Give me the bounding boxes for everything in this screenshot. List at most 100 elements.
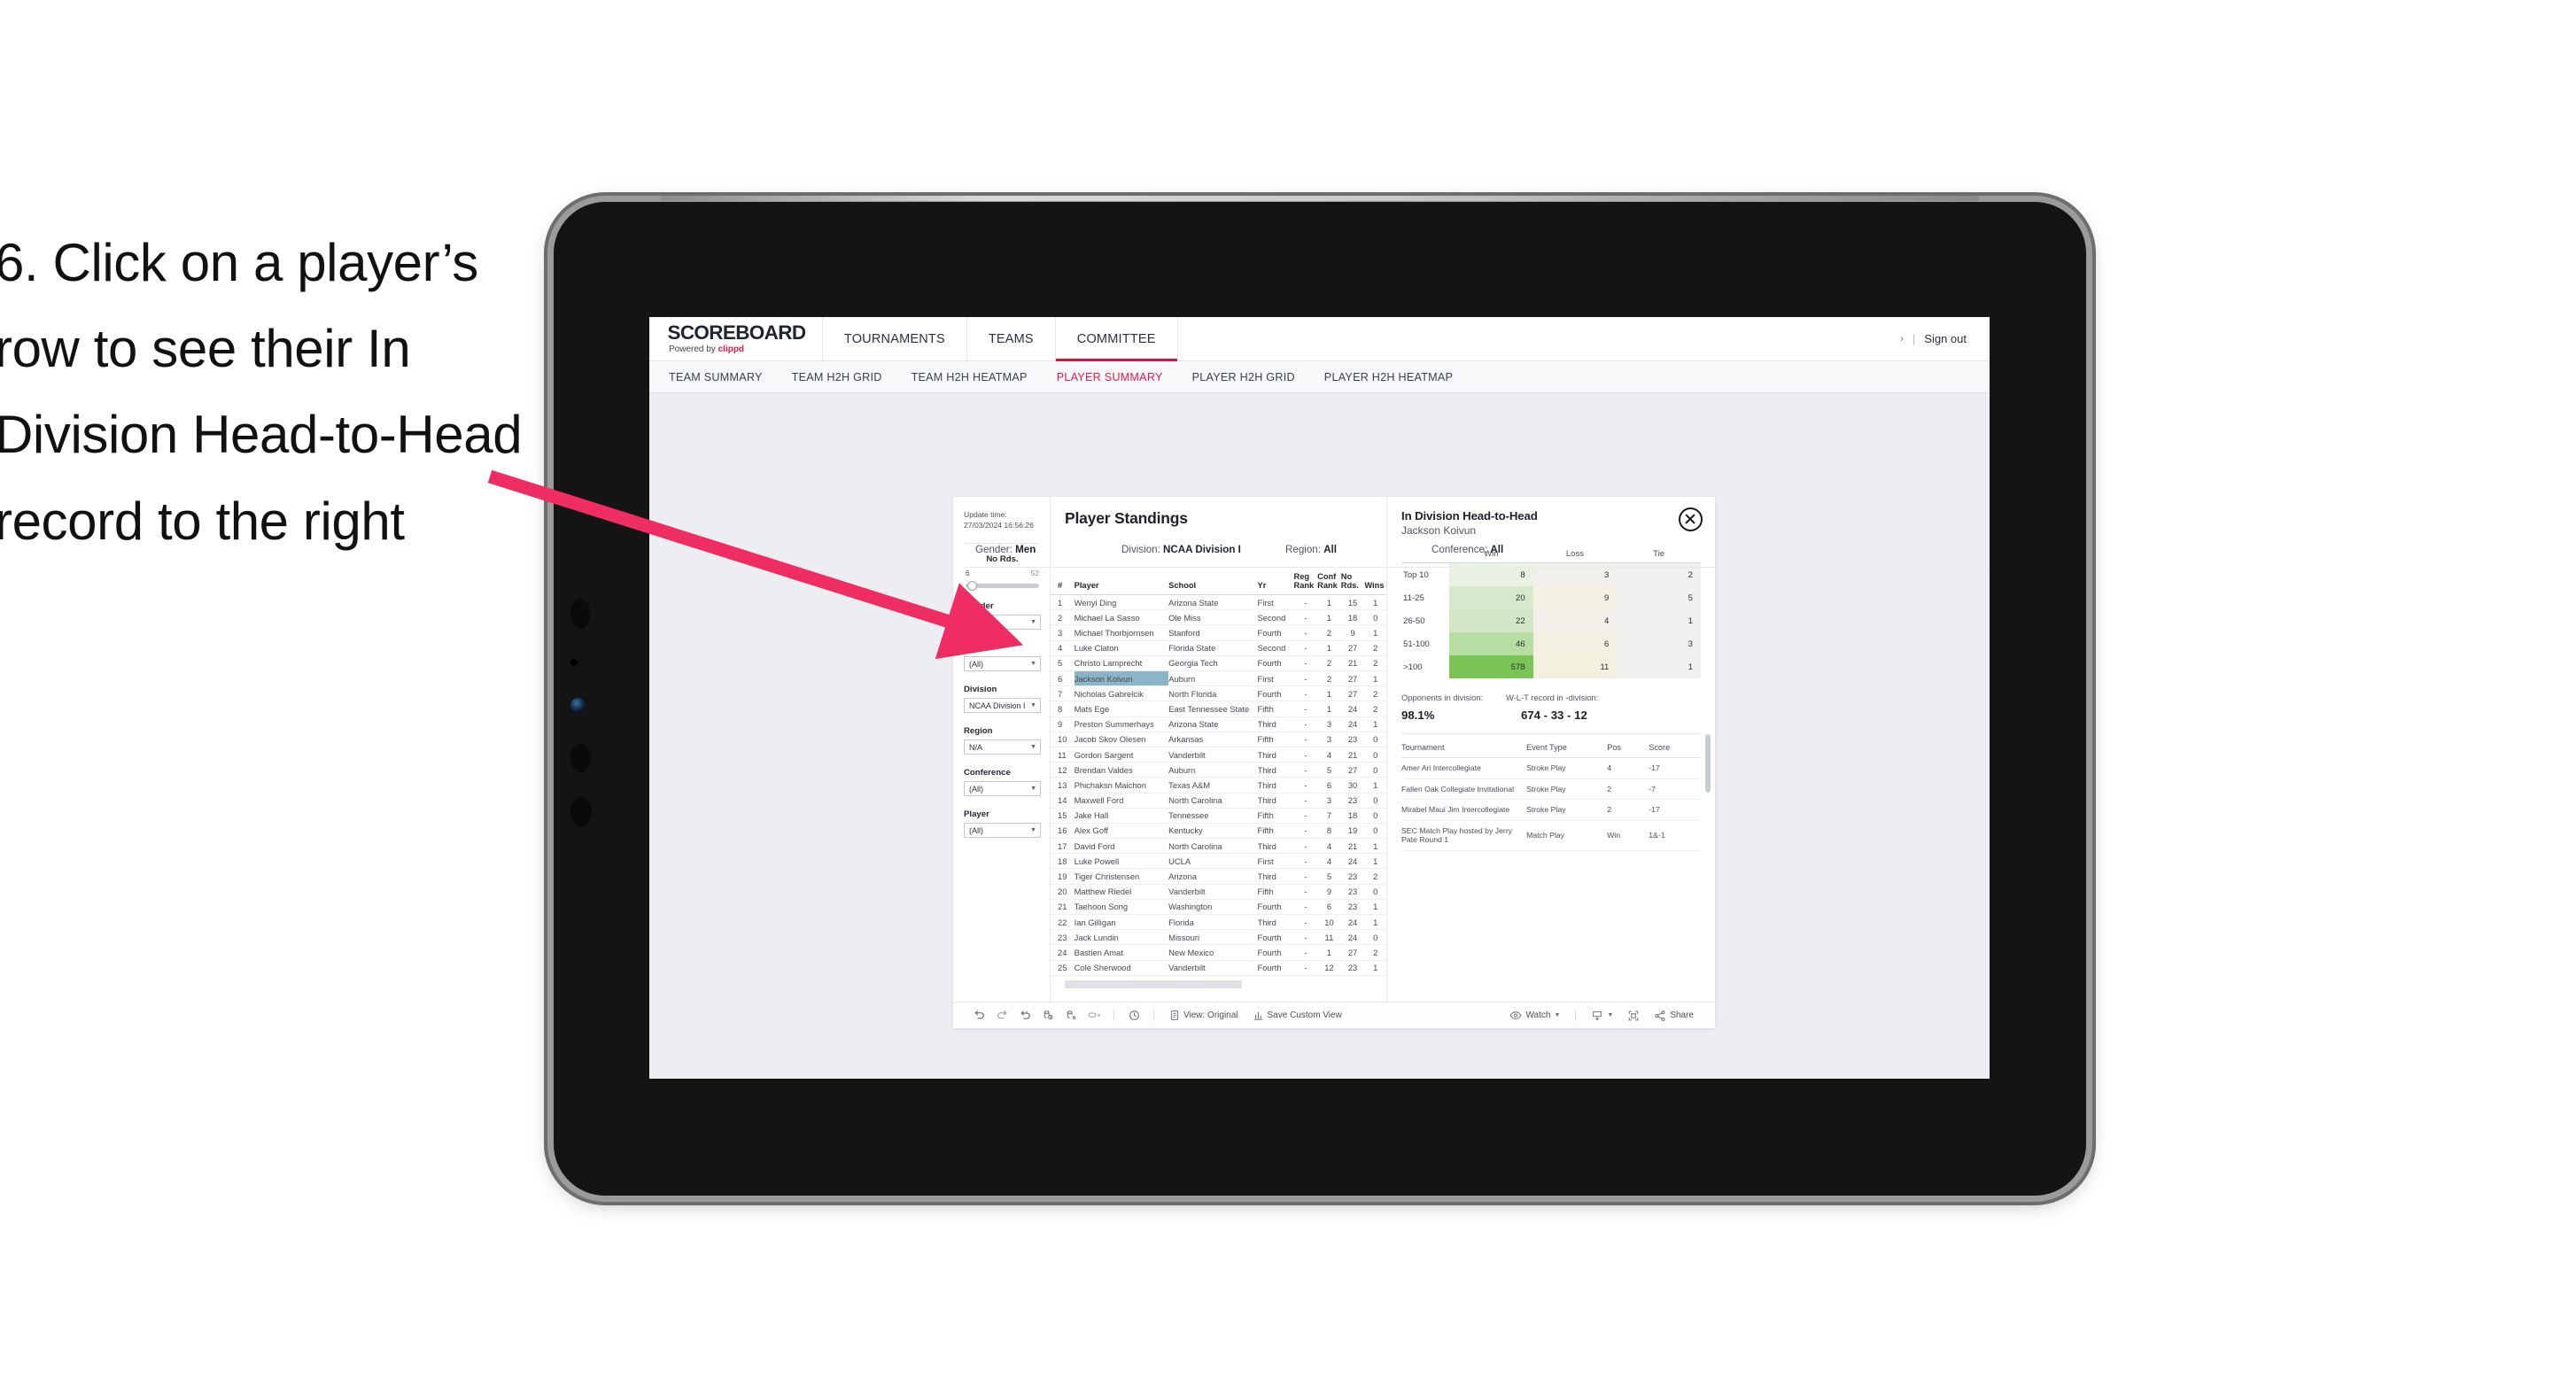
h2h-cell-tie: 2 (1617, 562, 1701, 586)
standings-cell-wins: 0 (1364, 823, 1386, 840)
share-button[interactable]: Share (1647, 1010, 1701, 1022)
table-row[interactable]: 3 Michael Thorbjornsen Stanford Fourth -2 9 1 (1051, 624, 1386, 641)
table-row[interactable]: 18 Luke Powell UCLA First -4 24 1 (1051, 853, 1386, 870)
horizontal-scrollbar[interactable] (1065, 979, 1242, 988)
col-score: Score (1649, 738, 1701, 758)
table-row[interactable]: 4 Luke Claton Florida State Second -1 27 2 (1051, 640, 1386, 656)
nav-teams[interactable]: TEAMS (967, 317, 1056, 360)
filter-year-select[interactable]: (All) ▼ (964, 656, 1041, 672)
standings-cell-school: Kentucky (1168, 823, 1258, 840)
table-row[interactable]: 25 Cole Sherwood Vanderbilt Fourth -12 23 1 (1051, 960, 1386, 976)
scoreboard-logo[interactable]: SCOREBOARD Powered by clippd (649, 317, 823, 360)
standings-cell-school: North Carolina (1168, 793, 1258, 809)
table-row[interactable]: 6 Jackson Koivun Auburn First -2 27 1 (1051, 670, 1386, 687)
standings-cell-player: Alex Goff (1074, 823, 1169, 840)
standings-cell-rank: 13 (1051, 777, 1075, 794)
standings-cell-year: Third (1257, 762, 1294, 778)
watch-button[interactable]: Watch ▼ (1502, 1010, 1567, 1021)
filter-gender-select[interactable]: Men ▼ (964, 615, 1041, 631)
standings-cell-wins: 0 (1364, 609, 1386, 626)
standings-cell-rank: 19 (1051, 868, 1075, 885)
vertical-scrollbar[interactable] (1705, 734, 1711, 793)
standings-cell-reg-rank: - (1293, 701, 1318, 717)
table-row[interactable]: 1 Wenyi Ding Arizona State First -1 15 1 (1051, 594, 1386, 611)
table-row[interactable]: 24 Bastien Amat New Mexico Fourth -1 27 2 (1051, 944, 1386, 961)
table-row[interactable]: 5 Christo Lamprecht Georgia Tech Fourth -2 21… (1051, 655, 1386, 672)
nav-committee[interactable]: COMMITTEE (1055, 317, 1178, 361)
table-row[interactable]: 15 Jake Hall Tennessee Fifth -7 18 0 (1051, 808, 1386, 824)
update-time-value: 27/03/2024 16:56:26 (964, 521, 1034, 530)
download-button[interactable]: ▼ (1584, 1010, 1620, 1022)
nav-tournaments[interactable]: TOURNAMENTS (823, 317, 967, 360)
filter-division-select[interactable]: NCAA Division I ▼ (964, 698, 1041, 714)
standings-cell-wins: 1 (1364, 853, 1386, 870)
standings-cell-player: Michael La Sasso (1074, 609, 1169, 626)
tab-team-h2h-heatmap[interactable]: TEAM H2H HEATMAP (912, 371, 1028, 383)
filter-player-select[interactable]: (All) ▼ (964, 823, 1041, 839)
table-row[interactable]: 16 Alex Goff Kentucky Fifth -8 19 0 (1051, 823, 1386, 840)
table-row[interactable]: 7 Nicholas Gabrelcik North Florida Fourth -1… (1051, 685, 1386, 702)
tournament-pos: 4 (1607, 757, 1649, 779)
close-circle-icon[interactable] (1679, 507, 1703, 531)
h2h-row: 51-100 46 6 3 (1401, 632, 1701, 655)
table-row[interactable]: 10 Jacob Skov Olesen Arkansas Fifth -3 23 0 (1051, 732, 1386, 747)
refresh-data-icon[interactable] (1036, 1009, 1059, 1022)
filter-region-select[interactable]: N/A ▼ (964, 739, 1041, 755)
table-row[interactable]: 9 Preston Summerhays Arizona State Third -3 2… (1051, 716, 1386, 732)
h2h-cell-tie: 3 (1617, 632, 1701, 655)
tab-team-summary[interactable]: TEAM SUMMARY (669, 371, 763, 383)
table-row[interactable]: 17 David Ford North Carolina Third -4 21 1 (1051, 838, 1386, 855)
standings-cell-no-rds: 18 (1340, 808, 1365, 824)
tab-player-summary[interactable]: PLAYER SUMMARY (1057, 371, 1163, 383)
table-row[interactable]: 22 Ian Gilligan Florida Third -10 24 1 (1051, 914, 1386, 931)
table-row[interactable]: 23 Jack Lundin Missouri Fourth -11 24 0 (1051, 929, 1386, 946)
table-row[interactable]: 14 Maxwell Ford North Carolina Third -3 23 0 (1051, 793, 1386, 809)
standings-cell-year: First (1257, 670, 1294, 687)
table-row[interactable]: 2 Michael La Sasso Ole Miss Second -1 18 0 (1051, 609, 1386, 626)
col-event-type: Event Type (1526, 738, 1608, 758)
view-original-button[interactable]: View: Original (1162, 1010, 1245, 1021)
sign-out-link[interactable]: Sign out (1924, 332, 1967, 345)
revert-icon[interactable] (1013, 1009, 1036, 1022)
table-row[interactable]: 13 Phichaksn Maichon Texas A&M Third -6 30 1 (1051, 777, 1386, 794)
standings-cell-rank: 21 (1051, 899, 1075, 916)
pause-auto-update-icon[interactable] (1122, 1009, 1145, 1022)
standings-cell-reg-rank: - (1293, 838, 1318, 855)
player-standings-panel: Player Standings # Player School Yr Reg R… (1051, 497, 1387, 1002)
standings-cell-conf-rank: 1 (1317, 594, 1341, 611)
tournament-event-type: Stroke Play (1526, 799, 1608, 821)
standings-cell-year: Fourth (1257, 624, 1294, 641)
standings-cell-rank: 20 (1051, 884, 1075, 900)
standings-cell-year: Third (1257, 793, 1294, 809)
standings-cell-conf-rank: 7 (1317, 808, 1341, 824)
standings-cell-player: Jackson Koivun (1074, 670, 1169, 687)
slider-handle[interactable] (967, 581, 977, 592)
save-custom-view-button[interactable]: Save Custom View (1245, 1010, 1349, 1021)
undo-icon[interactable] (967, 1009, 990, 1022)
tab-player-h2h-grid[interactable]: PLAYER H2H GRID (1192, 371, 1295, 383)
account-chevron-icon[interactable]: › (1900, 334, 1904, 345)
redo-icon[interactable] (990, 1009, 1013, 1022)
table-row[interactable]: 11 Gordon Sargent Vanderbilt Third -4 21 0 (1051, 747, 1386, 763)
no-rounds-slider[interactable] (966, 581, 1039, 592)
fullscreen-button[interactable] (1620, 1010, 1647, 1022)
pause-updates-icon[interactable] (1059, 1009, 1082, 1022)
table-row[interactable]: 8 Mats Ege East Tennessee State Fifth -1 24 2 (1051, 701, 1386, 717)
standings-cell-no-rds: 27 (1340, 685, 1365, 702)
standings-cell-year: Fifth (1257, 701, 1294, 717)
view-shape-icon[interactable] (1082, 1009, 1106, 1022)
tablet-screen: SCOREBOARD Powered by clippd TOURNAMENTS… (649, 317, 1990, 1079)
standings-cell-wins: 2 (1364, 640, 1386, 656)
table-row[interactable]: 12 Brendan Valdes Auburn Third -5 27 0 (1051, 762, 1386, 778)
table-row[interactable]: 21 Taehoon Song Washington Fourth -6 23 1 (1051, 899, 1386, 916)
standings-cell-school: Washington (1168, 899, 1258, 916)
table-row[interactable]: 19 Tiger Christensen Arizona Third -5 23 2 (1051, 868, 1386, 885)
standings-cell-player: Christo Lamprecht (1074, 655, 1169, 672)
filter-conference-select[interactable]: (All) ▼ (964, 781, 1041, 797)
standings-cell-no-rds: 23 (1340, 960, 1365, 976)
standings-cell-conf-rank: 1 (1317, 640, 1341, 656)
tab-player-h2h-heatmap[interactable]: PLAYER H2H HEATMAP (1324, 371, 1453, 383)
no-rounds-label: No Rds. (986, 554, 1019, 565)
tab-team-h2h-grid[interactable]: TEAM H2H GRID (792, 371, 882, 383)
table-row[interactable]: 20 Matthew Riedel Vanderbilt Fifth -9 23 0 (1051, 884, 1386, 900)
